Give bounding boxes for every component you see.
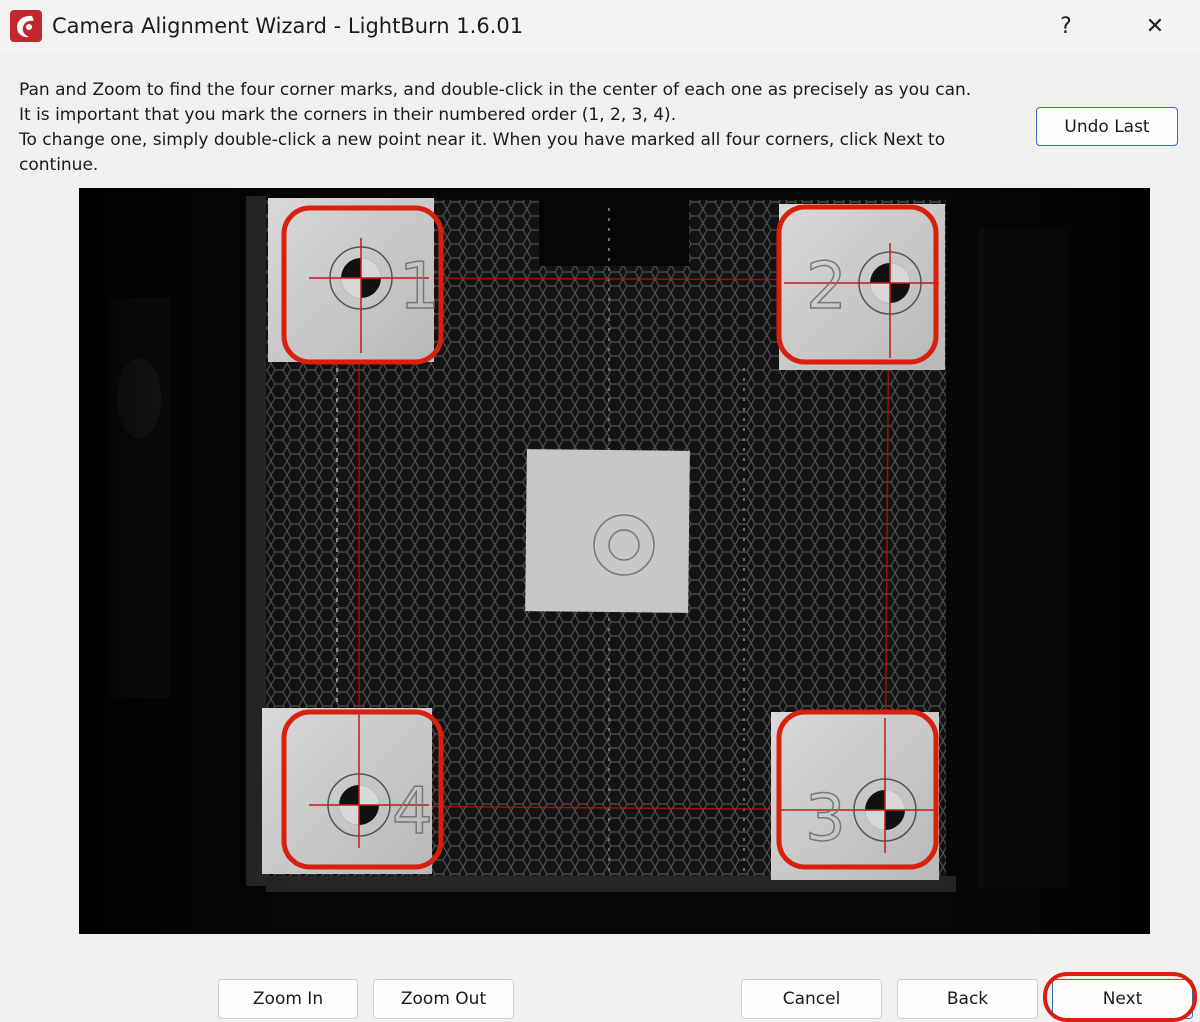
instruction-line: To change one, simply double-click a new… [19,130,946,150]
corner-number-2: 2 [806,250,847,324]
instruction-line: Pan and Zoom to find the four corner mar… [19,80,972,100]
instructions-text: Pan and Zoom to find the four corner mar… [19,78,1024,178]
close-button[interactable]: ✕ [1132,6,1178,46]
zoom-in-button[interactable]: Zoom In [218,979,358,1019]
corner-mark-3[interactable]: 3 [771,712,939,880]
window-title: Camera Alignment Wizard - LightBurn 1.6.… [52,14,524,38]
corner-mark-2[interactable]: 2 [779,204,945,370]
instruction-line: continue. [19,155,99,175]
help-button[interactable]: ? [1043,6,1089,46]
lightburn-logo-icon [10,10,42,42]
cancel-button[interactable]: Cancel [741,979,882,1019]
camera-image[interactable]: 1 2 4 3 [79,188,1150,934]
instruction-line: It is important that you mark the corner… [19,105,677,125]
camera-image-view[interactable]: 1 2 4 3 [79,188,1150,934]
title-bar: Camera Alignment Wizard - LightBurn 1.6.… [0,0,1200,52]
back-button[interactable]: Back [897,979,1038,1019]
corner-number-4: 4 [392,775,433,849]
next-button[interactable]: Next [1052,979,1193,1019]
corner-mark-1[interactable]: 1 [268,198,440,362]
undo-last-button[interactable]: Undo Last [1036,107,1178,146]
corner-number-3: 3 [805,782,846,856]
center-target-mark [525,449,690,613]
corner-number-1: 1 [399,250,440,324]
zoom-out-button[interactable]: Zoom Out [373,979,514,1019]
